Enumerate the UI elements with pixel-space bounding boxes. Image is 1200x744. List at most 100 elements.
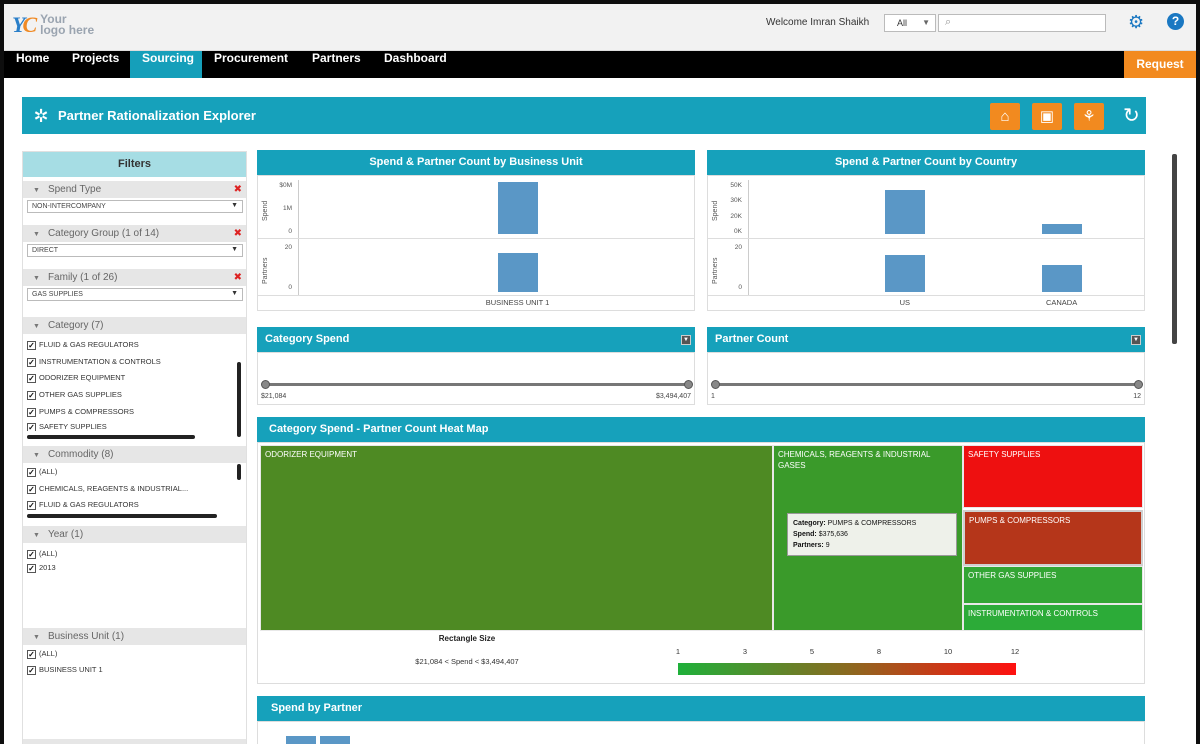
- legend-tick-label: 1: [675, 647, 681, 656]
- legend-tick-label: 3: [742, 647, 748, 656]
- category-option[interactable]: ✓ OTHER GAS SUPPLIES: [27, 390, 122, 400]
- category-option[interactable]: ✓ FLUID & GAS REGULATORS: [27, 340, 139, 350]
- spend-type-select[interactable]: NON-INTERCOMPANY ▼: [27, 200, 243, 213]
- filter-category-group[interactable]: ▼ Category Group (1 of 14) ✖: [23, 225, 246, 242]
- checkbox-checked-icon[interactable]: ✓: [27, 357, 36, 367]
- x-tick-label: US: [899, 298, 911, 307]
- commodity-h-scrollbar[interactable]: [27, 514, 217, 518]
- share-icon[interactable]: ⚘: [1074, 103, 1104, 130]
- x-tick-label: BUSINESS UNIT 1: [485, 298, 550, 307]
- dropdown-icon[interactable]: ▼: [681, 335, 691, 345]
- bar[interactable]: [320, 736, 350, 744]
- filter-commodity[interactable]: ▼ Commodity (8): [23, 446, 246, 463]
- heatmap-cell[interactable]: ODORIZER EQUIPMENT: [260, 445, 773, 631]
- filter-family[interactable]: ▼ Family (1 of 26) ✖: [23, 269, 246, 286]
- scope-select[interactable]: All ▼: [884, 14, 936, 32]
- main-nav: Home Projects Sourcing Procurement Partn…: [4, 51, 1196, 78]
- checkbox-checked-icon[interactable]: ✓: [27, 467, 36, 477]
- filter-next-collapsed[interactable]: [23, 739, 246, 744]
- family-select[interactable]: GAS SUPPLIES ▼: [27, 288, 243, 301]
- checkbox-checked-icon[interactable]: ✓: [27, 484, 36, 494]
- filter-year[interactable]: ▼ Year (1): [23, 526, 246, 543]
- category-group-select[interactable]: DIRECT ▼: [27, 244, 243, 257]
- nav-sourcing[interactable]: Sourcing: [130, 51, 202, 78]
- checkbox-checked-icon[interactable]: ✓: [27, 422, 36, 431]
- category-option[interactable]: ✓ SAFETY SUPPLIES: [27, 422, 107, 431]
- category-option[interactable]: ✓ ODORIZER EQUIPMENT: [27, 373, 125, 383]
- spend-by-partner-title: Spend by Partner: [257, 696, 1145, 721]
- clear-filter-icon[interactable]: ✖: [234, 225, 242, 242]
- checkbox-checked-icon[interactable]: ✓: [27, 407, 36, 417]
- heatmap-cell[interactable]: OTHER GAS SUPPLIES: [963, 566, 1143, 604]
- commodity-scrollbar[interactable]: [237, 464, 241, 480]
- search-input[interactable]: ⌕: [938, 14, 1106, 32]
- nav-dashboard[interactable]: Dashboard: [372, 51, 459, 78]
- heatmap-cell[interactable]: SAFETY SUPPLIES: [963, 445, 1143, 508]
- bar[interactable]: [497, 253, 538, 292]
- bar[interactable]: [884, 254, 925, 292]
- checkbox-checked-icon[interactable]: ✓: [27, 390, 36, 400]
- business-unit-option[interactable]: ✓ (All): [27, 649, 57, 659]
- checkbox-checked-icon[interactable]: ✓: [27, 340, 36, 350]
- bu-chart-title: Spend & Partner Count by Business Unit: [257, 150, 695, 175]
- filter-spend-type[interactable]: ▼ Spend Type ✖: [23, 181, 246, 198]
- clear-filter-icon[interactable]: ✖: [234, 269, 242, 286]
- commodity-option[interactable]: ✓ FLUID & GAS REGULATORS: [27, 500, 139, 510]
- network-icon: ✲: [33, 106, 49, 126]
- commodity-option[interactable]: ✓ (All): [27, 467, 57, 477]
- refresh-icon[interactable]: ↻: [1123, 103, 1140, 130]
- checkbox-checked-icon[interactable]: ✓: [27, 649, 36, 659]
- year-option[interactable]: ✓ (All): [27, 549, 57, 559]
- legend-tick-label: 8: [876, 647, 882, 656]
- chevron-down-icon: ▼: [922, 18, 930, 27]
- nav-partners[interactable]: Partners: [300, 51, 373, 78]
- checkbox-checked-icon[interactable]: ✓: [27, 563, 36, 573]
- clear-filter-icon[interactable]: ✖: [234, 181, 242, 198]
- checkbox-checked-icon[interactable]: ✓: [27, 373, 36, 383]
- checkbox-checked-icon[interactable]: ✓: [27, 549, 36, 559]
- bar[interactable]: [884, 189, 925, 234]
- nav-projects[interactable]: Projects: [60, 51, 131, 78]
- chevron-down-icon: ▼: [231, 290, 238, 297]
- slider-max-handle[interactable]: [1134, 380, 1143, 389]
- heatmap-cell[interactable]: INSTRUMENTATION & CONTROLS: [963, 604, 1143, 631]
- partner-count-max: 12: [1133, 393, 1141, 400]
- panel-divider: [258, 238, 694, 239]
- partner-count-slider[interactable]: [715, 383, 1139, 386]
- request-button[interactable]: Request: [1124, 51, 1196, 78]
- triangle-down-icon: ▼: [33, 323, 40, 330]
- help-icon[interactable]: ?: [1167, 13, 1184, 30]
- nav-procurement[interactable]: Procurement: [202, 51, 300, 78]
- legend-tick-label: 5: [809, 647, 815, 656]
- filter-business-unit[interactable]: ▼ Business Unit (1): [23, 628, 246, 645]
- commodity-option[interactable]: ✓ CHEMICALS, REAGENTS & INDUSTRIAL...: [27, 484, 188, 494]
- category-option[interactable]: ✓ INSTRUMENTATION & CONTROLS: [27, 357, 161, 367]
- page-scrollbar[interactable]: [1172, 154, 1177, 344]
- category-option[interactable]: ✓ PUMPS & COMPRESSORS: [27, 407, 134, 417]
- bar[interactable]: [497, 182, 538, 234]
- bar[interactable]: [1041, 264, 1082, 292]
- scope-value: All: [897, 18, 908, 28]
- briefcase-icon[interactable]: ▣: [1032, 103, 1062, 130]
- year-option[interactable]: ✓ 2013: [27, 563, 56, 573]
- nav-home[interactable]: Home: [4, 51, 61, 78]
- home-icon[interactable]: ⌂: [990, 103, 1020, 130]
- company-logo[interactable]: YC Your logo here: [12, 12, 94, 38]
- bar[interactable]: [1041, 224, 1082, 234]
- heatmap-cell-selected[interactable]: PUMPS & COMPRESSORS: [963, 510, 1143, 566]
- filter-category[interactable]: ▼ Category (7): [23, 317, 246, 334]
- checkbox-checked-icon[interactable]: ✓: [27, 500, 36, 510]
- category-h-scrollbar[interactable]: [27, 435, 195, 439]
- checkbox-checked-icon[interactable]: ✓: [27, 665, 36, 675]
- category-scrollbar[interactable]: [237, 362, 241, 437]
- logo-mark: YC: [12, 12, 37, 37]
- y-axis-label: Partners: [712, 257, 719, 284]
- slider-min-handle[interactable]: [261, 380, 270, 389]
- gear-icon[interactable]: ⚙: [1128, 12, 1144, 33]
- slider-min-handle[interactable]: [711, 380, 720, 389]
- business-unit-option[interactable]: ✓ BUSINESS UNIT 1: [27, 665, 103, 675]
- slider-max-handle[interactable]: [684, 380, 693, 389]
- dropdown-icon[interactable]: ▼: [1131, 335, 1141, 345]
- bar[interactable]: [286, 736, 316, 744]
- category-spend-slider[interactable]: [265, 383, 689, 386]
